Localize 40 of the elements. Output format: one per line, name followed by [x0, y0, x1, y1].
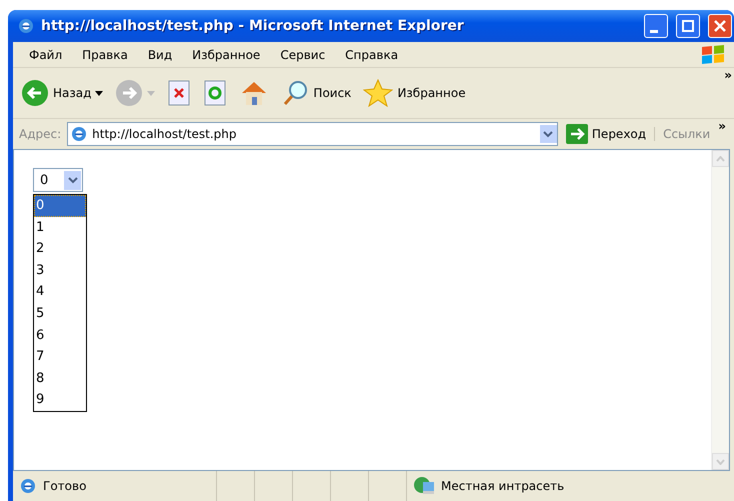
ie-logo-icon	[70, 125, 88, 143]
dropdown-option[interactable]: 0	[34, 195, 86, 217]
select-field[interactable]: 0	[33, 168, 83, 192]
close-icon	[714, 20, 726, 32]
menu-item[interactable]: Вид	[138, 48, 182, 62]
maximize-button[interactable]	[676, 14, 700, 38]
star-icon	[363, 79, 394, 107]
status-text: Готово	[43, 479, 86, 493]
minimize-button[interactable]	[644, 14, 668, 38]
menu-item[interactable]: Избранное	[182, 48, 270, 62]
close-button[interactable]	[708, 14, 732, 38]
go-button[interactable]: Переход	[564, 124, 648, 144]
menu-item[interactable]: Файл	[19, 48, 72, 62]
ie-logo-icon	[19, 477, 37, 495]
caret-icon	[147, 90, 156, 96]
menu-item[interactable]: Справка	[335, 48, 408, 62]
address-label: Адрес:	[19, 127, 62, 141]
more-button[interactable]: »	[722, 68, 734, 82]
zone-text: Местная интрасеть	[441, 479, 564, 493]
more-button[interactable]: »	[716, 119, 728, 133]
caret-icon	[95, 90, 104, 96]
network-icon	[413, 476, 435, 496]
dropdown-button[interactable]	[64, 170, 81, 190]
window-title: http://localhost/test.php - Microsoft Internet Explorer	[41, 18, 465, 34]
back-button[interactable]: Назад	[19, 79, 106, 107]
ie-logo-icon	[17, 17, 35, 35]
menu-item[interactable]: Правка	[72, 48, 138, 62]
search-icon	[281, 79, 310, 107]
search-button[interactable]: Поиск	[279, 79, 354, 107]
refresh-icon	[203, 80, 228, 106]
maximize-icon	[682, 20, 694, 32]
favorites-button[interactable]: Избранное	[361, 79, 468, 107]
chevron-icon	[68, 176, 78, 184]
stop-icon	[167, 80, 192, 106]
dropdown-button[interactable]	[540, 125, 557, 143]
menu-item[interactable]: Сервис	[270, 48, 336, 62]
minimize-icon	[650, 30, 658, 32]
address-field[interactable]: http://localhost/test.php	[67, 122, 558, 146]
chevron-icon	[543, 130, 554, 138]
windows-flag-icon	[700, 44, 726, 66]
